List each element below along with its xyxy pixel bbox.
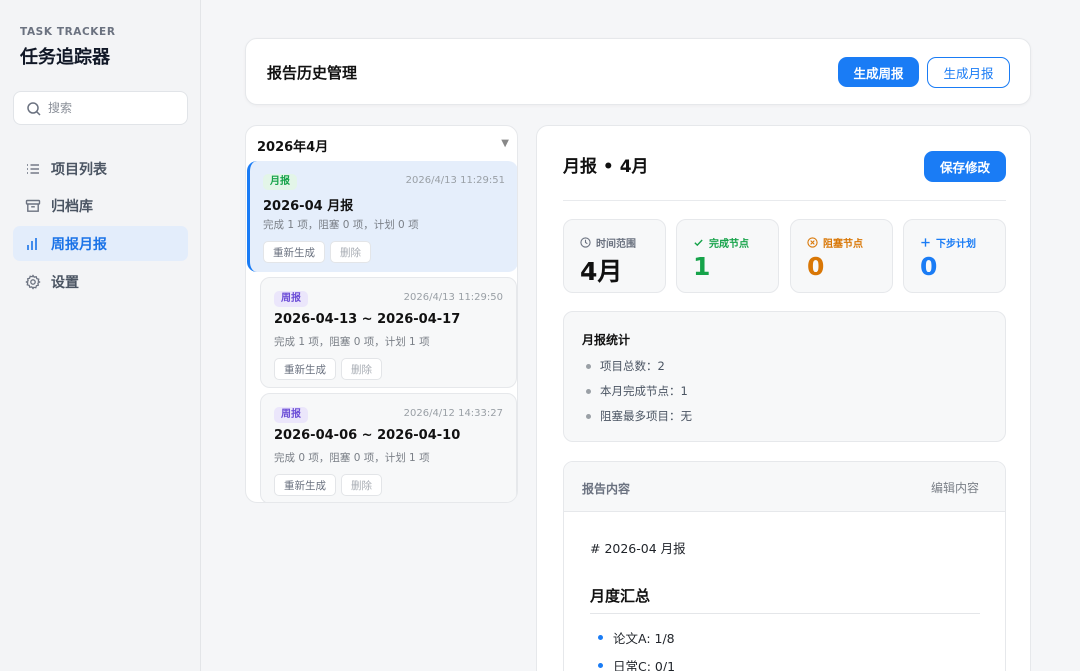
- search-icon: [27, 102, 41, 116]
- list-icon: [27, 163, 39, 174]
- detail-title: 月报 • 4月: [563, 157, 649, 177]
- regenerate-button[interactable]: 重新生成: [274, 358, 336, 380]
- sidebar-item-archive[interactable]: 归档库: [13, 188, 188, 223]
- page-header: 报告历史管理 生成周报 生成月报: [245, 38, 1031, 105]
- sidebar-item-label: 归档库: [51, 198, 93, 215]
- brand-title: 任务追踪器: [20, 47, 110, 68]
- report-type-badge: 月报: [263, 174, 297, 190]
- report-type-badge: 周报: [274, 407, 308, 423]
- regenerate-button[interactable]: 重新生成: [274, 474, 336, 496]
- sidebar-item-reports[interactable]: 周报月报: [13, 226, 188, 261]
- content-heading-1: # 2026-04 月报: [590, 541, 686, 556]
- stat-card-plan: 下步计划 0: [903, 219, 1006, 293]
- edit-content-button[interactable]: 编辑内容: [931, 479, 979, 496]
- summary-card: 月报统计 项目总数：2 本月完成节点：1 阻塞最多项目：无: [563, 311, 1006, 442]
- brand-subtitle: TASK TRACKER: [20, 26, 116, 38]
- month-select-value: 2026年4月: [257, 140, 329, 155]
- divider: [563, 200, 1006, 201]
- archive-icon: [25, 199, 41, 212]
- report-timestamp: 2026/4/12 14:33:27: [403, 408, 503, 419]
- circle-x-icon: [807, 237, 818, 248]
- generate-monthly-button[interactable]: 生成月报: [927, 57, 1010, 88]
- report-item[interactable]: 周报 2026/4/13 11:29:50 2026-04-13 ~ 2026-…: [260, 277, 517, 388]
- search-box[interactable]: [13, 91, 188, 125]
- summary-line: 项目总数：2: [586, 358, 665, 374]
- stat-value: 1: [693, 252, 711, 281]
- summary-title: 月报统计: [582, 333, 631, 347]
- chevron-down-icon: ▼: [501, 138, 509, 149]
- report-stats: 完成 1 项，阻塞 0 项，计划 0 项: [263, 219, 419, 231]
- generate-weekly-button[interactable]: 生成周报: [838, 57, 919, 87]
- page-title: 报告历史管理: [267, 64, 358, 82]
- delete-button[interactable]: 删除: [341, 358, 382, 380]
- content-label: 报告内容: [582, 482, 631, 496]
- save-button[interactable]: 保存修改: [924, 151, 1006, 182]
- sidebar-item-settings[interactable]: 设置: [13, 264, 188, 299]
- gear-icon: [25, 273, 41, 290]
- report-timestamp: 2026/4/13 11:29:51: [405, 175, 505, 186]
- stat-label: 下步计划: [936, 239, 976, 250]
- divider: [590, 613, 980, 614]
- stat-value: 0: [920, 252, 938, 281]
- stat-label: 完成节点: [709, 239, 749, 250]
- check-icon: [694, 239, 703, 247]
- stat-card-done: 完成节点 1: [676, 219, 779, 293]
- report-detail-panel: 月报 • 4月 保存修改 时间范围 4月 完成节点 1 阻塞节点 0 下步计划 …: [536, 125, 1031, 671]
- report-type-badge: 周报: [274, 291, 308, 307]
- stat-label: 阻塞节点: [823, 239, 863, 250]
- search-input[interactable]: [48, 98, 178, 118]
- stat-card-blocked: 阻塞节点 0: [790, 219, 893, 293]
- report-title: 2026-04-13 ~ 2026-04-17: [274, 312, 461, 327]
- report-stats: 完成 0 项，阻塞 0 项，计划 1 项: [274, 452, 430, 464]
- sidebar: TASK TRACKER 任务追踪器 项目列表 归档库 周报月报 设置: [0, 0, 201, 671]
- report-content-card: 报告内容 编辑内容 # 2026-04 月报 月度汇总 论文A: 1/8 日常C…: [563, 461, 1006, 671]
- summary-line: 阻塞最多项目：无: [586, 408, 692, 424]
- report-item[interactable]: 月报 2026/4/13 11:29:51 2026-04 月报 完成 1 项，…: [247, 161, 517, 272]
- plus-icon: [921, 238, 930, 247]
- delete-button[interactable]: 删除: [330, 241, 371, 263]
- clock-icon: [580, 237, 591, 248]
- stat-label: 时间范围: [596, 239, 636, 250]
- sidebar-item-projects[interactable]: 项目列表: [13, 151, 188, 186]
- list-item: 论文A: 1/8: [598, 628, 675, 647]
- report-stats: 完成 1 项，阻塞 0 项，计划 1 项: [274, 336, 430, 348]
- month-select[interactable]: 2026年4月 ▼: [257, 136, 509, 156]
- bar-chart-icon: [27, 237, 37, 250]
- sidebar-item-label: 周报月报: [51, 236, 107, 253]
- stat-value: 4月: [580, 257, 623, 286]
- sidebar-item-label: 项目列表: [51, 161, 107, 178]
- stat-value: 0: [807, 252, 825, 281]
- report-title: 2026-04-06 ~ 2026-04-10: [274, 428, 461, 443]
- report-list-panel: 2026年4月 ▼ 月报 2026/4/13 11:29:51 2026-04 …: [245, 125, 518, 503]
- sidebar-item-label: 设置: [51, 274, 79, 291]
- content-heading-2: 月度汇总: [590, 587, 651, 605]
- list-item: 日常C: 0/1: [598, 656, 675, 671]
- stat-card-range: 时间范围 4月: [563, 219, 666, 293]
- content-header: 报告内容 编辑内容: [564, 462, 1005, 512]
- summary-line: 本月完成节点：1: [586, 383, 688, 399]
- report-title: 2026-04 月报: [263, 199, 354, 214]
- report-item[interactable]: 周报 2026/4/12 14:33:27 2026-04-06 ~ 2026-…: [260, 393, 517, 502]
- report-timestamp: 2026/4/13 11:29:50: [403, 292, 503, 303]
- regenerate-button[interactable]: 重新生成: [263, 241, 325, 263]
- delete-button[interactable]: 删除: [341, 474, 382, 496]
